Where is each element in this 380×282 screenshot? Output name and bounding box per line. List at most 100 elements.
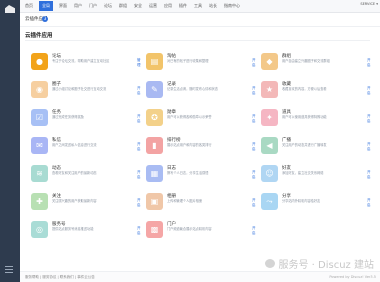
app-action-link[interactable]: 开启 <box>367 198 371 208</box>
watermark: 服务号 · Discuz 建站 <box>264 256 375 271</box>
app-action-link[interactable]: 开启 <box>137 226 141 236</box>
nav-item[interactable]: 插件 <box>178 2 188 10</box>
ranking-icon: ▮ <box>146 137 163 154</box>
app-description: 用户之间发送私人信息进行交流 <box>52 143 97 147</box>
nav-item[interactable]: 门户 <box>88 2 98 10</box>
app-card: ▮ 排行榜 展示站点用户和内容的各类排行 开启 <box>146 137 256 163</box>
nav-item[interactable]: 全局 <box>39 1 53 11</box>
menu-icon[interactable] <box>5 266 13 273</box>
divider <box>25 40 370 41</box>
powered-by: Powered by Discuz! Ver3.5 <box>329 275 376 279</box>
app-card: ✪ 勋章 用户可以获得各种勋章以示荣誉 开启 <box>146 109 256 135</box>
app-description: 对已有的帖子进行收集和整理 <box>167 59 209 63</box>
circle-icon: ◉ <box>31 81 48 98</box>
app-action-link[interactable]: 开启 <box>137 86 141 96</box>
favorite-icon: ★ <box>261 81 278 98</box>
app-description: 用户可以使用道具获得特殊功能 <box>282 115 327 119</box>
wechat-icon <box>264 259 275 268</box>
app-card: ✉ 私信 用户之间发送私人信息进行交流 开启 <box>31 137 141 163</box>
chat-icon: ● <box>31 53 48 70</box>
app-action-link[interactable]: 开启 <box>252 86 256 96</box>
app-card: ▣ 相册 上传和管理个人图片相册 开启 <box>146 193 256 219</box>
nav-item[interactable]: 站长 <box>208 2 218 10</box>
medal-icon: ✪ <box>146 109 163 126</box>
app-action-link[interactable]: 开启 <box>252 198 256 208</box>
app-card: ☺ 好友 添加好友，建立社交关系网络 开启 <box>261 165 371 191</box>
nav-item[interactable]: 工具 <box>193 2 203 10</box>
app-card: ▤ 淘帖 对已有的帖子进行收集和整理 开启 <box>146 53 256 79</box>
nav-item[interactable]: 用户 <box>73 2 83 10</box>
blog-icon: ▦ <box>146 165 163 182</box>
app-card: ≋ 动态 查看好友和关注用户的最新动态 开启 <box>31 165 141 191</box>
album-icon: ▣ <box>146 193 163 210</box>
app-action-link[interactable]: 开启 <box>137 114 141 124</box>
app-action-link[interactable]: 开启 <box>252 226 256 236</box>
message-icon: ✉ <box>31 137 48 154</box>
app-description: 通过完成任务获得奖励 <box>52 115 84 119</box>
app-description: 记录生活点滴，随时发布心情和状态 <box>167 87 218 91</box>
app-action-link[interactable]: 管理 <box>137 58 141 68</box>
logo-icon[interactable] <box>5 5 15 13</box>
app-description: 分享站内外精彩内容给好友 <box>282 199 321 203</box>
app-card: ◉ 圈子 通过小组讨论和圈子社交进行互动交流 开启 <box>31 81 141 107</box>
app-description: 提供站点服务号消息推送功能 <box>52 227 94 231</box>
app-description: 用户可以获得各种勋章以示荣誉 <box>167 115 212 119</box>
sidebar <box>0 0 20 282</box>
app-description: 撰写个人日志，分享生活感悟 <box>167 171 209 175</box>
user-menu[interactable]: SERVICE ▾ <box>360 2 378 6</box>
app-action-link[interactable]: 开启 <box>137 170 141 180</box>
app-card: ✎ 记录 记录生活点滴，随时发布心情和状态 开启 <box>146 81 256 107</box>
app-description: 用户自由建立兴趣圈子和交流群组 <box>282 59 330 63</box>
app-action-link[interactable]: 开启 <box>137 198 141 208</box>
feed-icon: ≋ <box>31 165 48 182</box>
nav-item[interactable]: 安全 <box>133 2 143 10</box>
app-action-link[interactable]: 开启 <box>367 58 371 68</box>
app-action-link[interactable]: 开启 <box>252 142 256 152</box>
nav-item[interactable]: 论坛 <box>103 2 113 10</box>
service-icon: ◎ <box>31 221 48 238</box>
magic-icon: ✦ <box>261 109 278 126</box>
footer-links[interactable]: 服务帮助 | 服务协议 | 联系我们 | 事件云公告 <box>25 275 95 280</box>
app-card: ▩ 门户 门户频道聚合展示站点精彩内容 开启 <box>146 221 256 247</box>
app-card: ⤳ 分享 分享站内外精彩内容给好友 开启 <box>261 193 371 219</box>
app-action-link[interactable]: 开启 <box>367 142 371 152</box>
app-description: 展示站点用户和内容的各类排行 <box>167 143 212 147</box>
nav-item[interactable]: 界面 <box>58 2 68 10</box>
friend-icon: ☺ <box>261 165 278 182</box>
main-nav: 首页 全局 界面 用户 门户 论坛 群组 安全 运营 应用 插件 工具 站长 指南中心 <box>24 0 246 12</box>
app-action-link[interactable]: 开启 <box>252 170 256 180</box>
footer: 服务帮助 | 服务协议 | 联系我们 | 事件云公告 Powered by Di… <box>20 271 380 282</box>
app-description: 关注感兴趣的用户获取最新内容 <box>52 199 97 203</box>
app-card: ◎ 服务号 提供站点服务号消息推送功能 开启 <box>31 221 141 247</box>
app-description: 查看好友和关注用户的最新动态 <box>52 171 97 175</box>
app-description: 关注用户的动态并进行广播转发 <box>282 143 327 147</box>
count-badge: 3 <box>42 16 48 22</box>
app-action-link[interactable]: 开启 <box>367 170 371 180</box>
section-title: 云插件应用 <box>25 33 53 39</box>
app-action-link[interactable]: 开启 <box>252 58 256 68</box>
nav-item[interactable]: 运营 <box>148 2 158 10</box>
app-card: ◆ 群组 用户自由建立兴趣圈子和交流群组 开启 <box>261 53 371 79</box>
app-action-link[interactable]: 开启 <box>252 114 256 124</box>
record-icon: ✎ <box>146 81 163 98</box>
broadcast-icon: ◀ <box>261 137 278 154</box>
app-card: ★ 收藏 收藏喜欢的内容，方便以后查看 开启 <box>261 81 371 107</box>
nav-item[interactable]: 指南中心 <box>223 2 241 10</box>
app-action-link[interactable]: 开启 <box>367 114 371 124</box>
sub-header: 云插件应用 3 <box>20 12 380 27</box>
app-description: 上传和管理个人图片相册 <box>167 199 203 203</box>
app-action-link[interactable]: 开启 <box>367 86 371 96</box>
watermark-text: 服务号 · Discuz 建站 <box>278 260 375 271</box>
share-icon: ⤳ <box>261 193 278 210</box>
follow-icon: ✚ <box>31 193 48 210</box>
app-description: 添加好友，建立社交关系网络 <box>282 171 324 175</box>
nav-item[interactable]: 首页 <box>24 2 34 10</box>
nav-item[interactable]: 群组 <box>118 2 128 10</box>
app-description: 通过小组讨论和圈子社交进行互动交流 <box>52 87 107 91</box>
collection-icon: ▤ <box>146 53 163 70</box>
app-card: ◀ 广播 关注用户的动态并进行广播转发 开启 <box>261 137 371 163</box>
app-action-link[interactable]: 开启 <box>137 142 141 152</box>
app-description: 门户频道聚合展示站点精彩内容 <box>167 227 212 231</box>
nav-item[interactable]: 应用 <box>163 2 173 10</box>
app-card: ✦ 道具 用户可以使用道具获得特殊功能 开启 <box>261 109 371 135</box>
